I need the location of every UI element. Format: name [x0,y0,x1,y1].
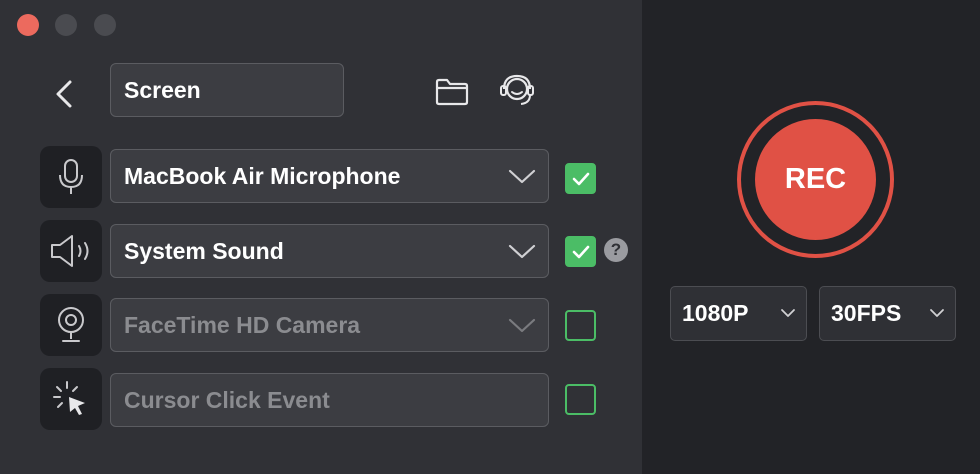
recorder-window: Screen MacBook Air Microphone System Sou… [0,0,980,474]
checkmark-icon [572,172,589,185]
framerate-select[interactable]: 30FPS [819,286,956,341]
open-folder-button[interactable] [432,72,472,112]
help-icon[interactable]: ? [604,238,628,262]
chevron-down-icon [508,318,536,333]
cursor-click-checkbox[interactable] [565,384,596,415]
speaker-icon [51,235,89,267]
microphone-select[interactable]: MacBook Air Microphone [110,149,549,203]
camera-select[interactable]: FaceTime HD Camera [110,298,549,352]
framerate-value: 30FPS [831,300,902,326]
microphone-select-label: MacBook Air Microphone [124,162,401,189]
resolution-select[interactable]: 1080P [670,286,807,341]
system-sound-select[interactable]: System Sound [110,224,549,278]
system-sound-select-label: System Sound [124,237,284,264]
folder-icon [435,78,469,106]
chevron-down-icon [508,244,536,259]
chevron-left-icon [56,80,72,108]
microphone-toggle-tile[interactable] [40,146,102,208]
cursor-click-label: Cursor Click Event [124,386,330,413]
minimize-window-button[interactable] [55,14,77,36]
chevron-down-icon [930,309,944,317]
capture-mode-value: Screen [124,76,201,103]
webcam-icon [58,307,84,342]
close-window-button[interactable] [17,14,39,36]
resolution-value: 1080P [682,300,749,326]
microphone-checkbox[interactable] [565,163,596,194]
cursor-click-icon [53,381,85,415]
system-sound-checkbox[interactable] [565,236,596,267]
microphone-icon [59,159,83,194]
camera-select-label: FaceTime HD Camera [124,311,361,338]
camera-checkbox[interactable] [565,310,596,341]
settings-panel: Screen MacBook Air Microphone System Sou… [0,0,642,474]
cursor-click-field: Cursor Click Event [110,373,549,427]
chevron-down-icon [508,169,536,184]
chevron-down-icon [781,309,795,317]
capture-mode-field[interactable]: Screen [110,63,344,117]
rec-button[interactable]: REC [755,119,876,240]
camera-toggle-tile[interactable] [40,294,102,356]
zoom-window-button[interactable] [94,14,116,36]
cursor-click-toggle-tile[interactable] [40,368,102,430]
back-button[interactable] [46,74,82,114]
support-button[interactable] [497,70,537,110]
checkmark-icon [572,245,589,258]
system-sound-toggle-tile[interactable] [40,220,102,282]
headset-support-icon [500,74,534,105]
